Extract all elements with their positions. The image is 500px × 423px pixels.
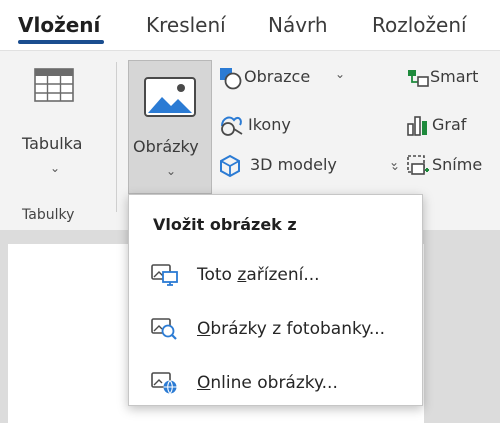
menu-item-label: Online obrázky... — [197, 373, 338, 393]
stock-images-icon — [151, 318, 177, 340]
group-label-tables: Tabulky — [22, 207, 75, 223]
chevron-down-icon: ⌄ — [50, 161, 61, 175]
pictures-button[interactable]: Obrázky ⌄ — [128, 60, 212, 194]
pictures-label: Obrázky — [133, 137, 199, 156]
menu-item-label: Obrázky z fotobanky... — [197, 319, 386, 339]
3d-models-label: 3D modely — [250, 155, 337, 174]
chart-button[interactable]: Graf — [406, 112, 500, 140]
shapes-icon — [220, 68, 242, 90]
insert-picture-menu: Vložit obrázek z Toto zařízení... Obrázk… — [128, 194, 423, 406]
smartart-button[interactable]: Smart — [406, 64, 500, 92]
cube-icon — [220, 154, 240, 178]
chart-icon — [407, 116, 427, 136]
smartart-label: Smart — [430, 67, 479, 86]
table-button[interactable]: Tabulka ⌄ — [12, 58, 104, 208]
chevron-down-icon: ⌄ — [166, 164, 177, 178]
chevron-down-icon: ⌄ — [335, 67, 346, 81]
menu-item-online-pictures[interactable]: Online obrázky... — [129, 361, 422, 405]
tab-rozlozeni[interactable]: Rozložení — [372, 12, 467, 38]
smartart-icon — [408, 70, 429, 87]
picture-icon — [144, 77, 196, 117]
shapes-button[interactable]: Obrazce ⌄ — [218, 64, 358, 92]
table-icon — [34, 68, 74, 102]
chevron-down-icon[interactable]: ⌄ — [390, 160, 400, 172]
shapes-label: Obrazce — [244, 67, 311, 86]
menu-item-stock-images[interactable]: Obrázky z fotobanky... — [129, 307, 422, 351]
group-separator — [116, 62, 117, 212]
icons-label: Ikony — [248, 115, 291, 134]
menu-item-label: Toto zařízení... — [197, 265, 320, 285]
table-label: Tabulka — [22, 134, 83, 153]
tab-navrh[interactable]: Návrh — [268, 12, 328, 38]
menu-item-this-device[interactable]: Toto zařízení... — [129, 253, 422, 297]
menu-title: Vložit obrázek z — [153, 215, 297, 234]
icons-button[interactable]: Ikony — [218, 112, 338, 140]
screenshot-button[interactable]: Sníme — [406, 152, 500, 180]
screenshot-label: Sníme — [432, 155, 483, 174]
online-pictures-icon — [151, 372, 177, 394]
tab-kresleni[interactable]: Kreslení — [146, 12, 226, 38]
chart-label: Graf — [432, 115, 467, 134]
active-tab-indicator — [18, 40, 104, 44]
tab-vlozeni[interactable]: Vložení — [18, 12, 100, 38]
screenshot-icon — [407, 155, 429, 175]
3d-models-button[interactable]: 3D modely ⌄ — [218, 152, 399, 180]
device-picture-icon — [151, 264, 178, 286]
icons-icon — [221, 116, 243, 136]
